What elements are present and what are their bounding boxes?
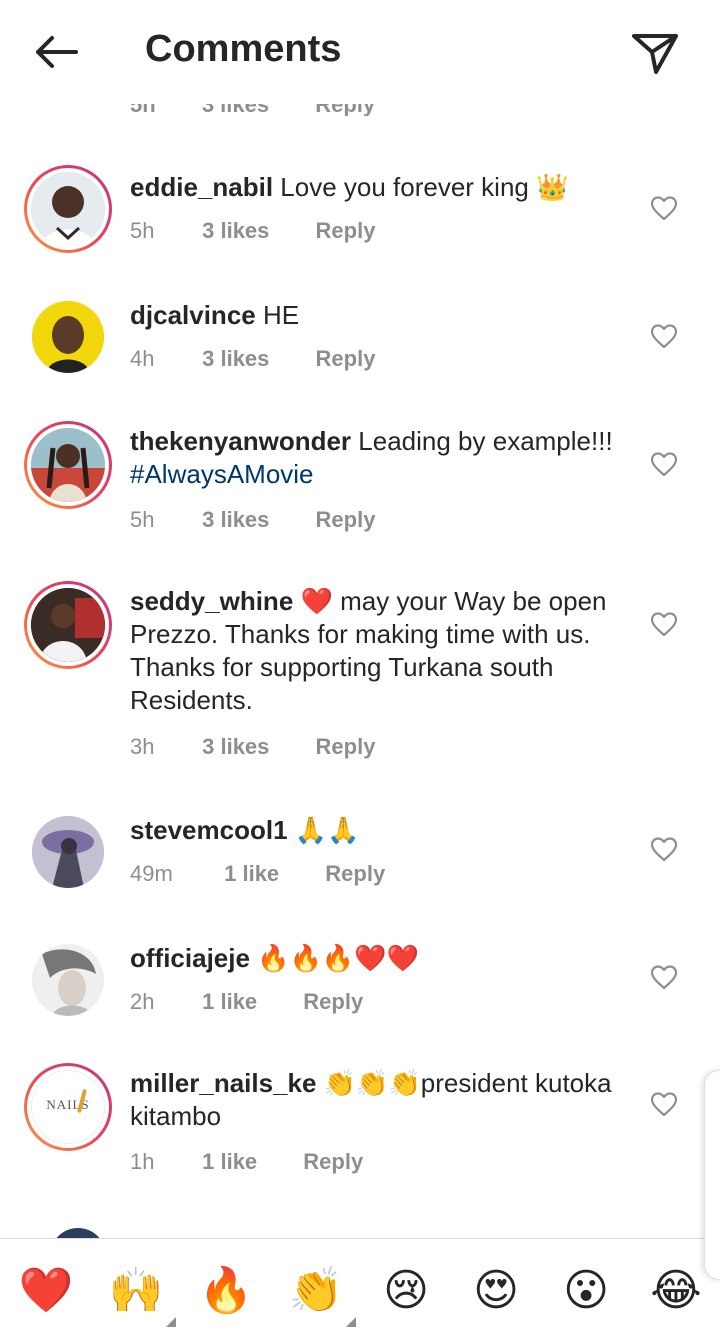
raising-hands-emoji: 🙌 [108,1265,164,1316]
raising-hands-emoji-button[interactable]: 🙌 [106,1261,176,1327]
comment-text: eddie_nabil Love you forever king 👑 [130,171,630,204]
partial-comment [40,1224,720,1238]
comment-body: HE [255,300,300,330]
comment-body: Love you forever king 👑 [273,172,569,202]
reply-button[interactable]: Reply [325,861,385,886]
comment-text: djcalvince HE [130,299,630,332]
clapping-hands-emoji: 👏 [288,1265,344,1316]
fire-emoji-button[interactable]: 🔥 [196,1261,256,1321]
hashtag-link[interactable]: #AlwaysAMovie [130,459,314,489]
crying-face-emoji-button[interactable]: 😢 [376,1261,436,1321]
avatar[interactable] [24,293,112,381]
comment-time: 5h [130,507,155,532]
comment-username[interactable]: stevemcool1 [130,815,288,845]
heart-icon[interactable] [650,611,678,637]
comment-time: 4h [130,346,155,371]
skin-tone-indicator [166,1317,176,1327]
comment-meta: 3h 3 likes Reply [130,734,375,760]
avatar[interactable] [24,936,112,1024]
avatar[interactable]: NAILS [24,1063,112,1151]
reply-button[interactable]: Reply [316,734,376,759]
comment-time: 2h [130,989,155,1014]
reply-button[interactable]: Reply [316,507,376,532]
page-title: Comments [145,28,342,70]
heart-icon[interactable] [650,964,678,990]
comment-likes[interactable]: 1 like [202,1149,257,1175]
clapping-hands-emoji-button[interactable]: 👏 [286,1261,356,1327]
reply-button[interactable]: Reply [316,218,376,243]
comment-time: 5h [130,218,155,243]
heart-icon[interactable] [650,451,678,477]
skin-tone-indicator [346,1317,356,1327]
comment-body: Leading by example!!! [351,426,613,456]
comment-likes[interactable]: 1 like [224,861,279,887]
comment-meta: 5h 3 likes Reply [130,507,375,533]
comment-text [220,1230,520,1238]
reply-button[interactable]: Reply [303,1149,363,1174]
comment-username[interactable]: officiajeje [130,943,250,973]
scroll-handle[interactable] [704,1070,720,1280]
comment-text: stevemcool1 🙏🙏 [130,814,630,847]
comment-text: officiajeje 🔥🔥🔥❤️❤️ [130,942,630,975]
comment-meta: 2h 1 like Reply [130,989,363,1015]
back-button[interactable] [28,30,84,74]
red-heart-emoji-button[interactable]: ❤️ [16,1261,76,1321]
comment-text: seddy_whine ❤️ may your Way be open Prez… [130,585,620,717]
avatar[interactable] [24,808,112,896]
comment-likes[interactable]: 3 likes [202,218,269,244]
comment-likes[interactable]: 1 like [202,989,257,1015]
heart-icon[interactable] [650,836,678,862]
comment-text: miller_nails_ke 👏👏👏president kutoka kita… [130,1067,630,1133]
comment-body: 🙏🙏 [287,815,360,845]
comment-username[interactable]: seddy_whine [130,586,293,616]
comment-time: 3h [130,734,155,759]
heart-icon[interactable] [650,323,678,349]
comment-username[interactable]: djcalvince [130,300,256,330]
comment-likes[interactable]: 3 likes [202,507,269,533]
surprised-face-emoji-button[interactable]: 😮 [556,1261,616,1321]
brand-logo: NAILS [46,1097,90,1112]
comment-username[interactable]: thekenyanwonder [130,426,351,456]
avatar[interactable] [50,1228,106,1238]
heart-eyes-emoji-button[interactable]: 😍 [466,1261,526,1321]
heart-icon[interactable] [650,1091,678,1117]
comment-username[interactable]: miller_nails_ke [130,1068,316,1098]
comment-time: 1h [130,1149,155,1174]
laughing-tears-emoji-button[interactable]: 😂 [646,1261,706,1321]
avatar[interactable] [24,581,112,669]
comment-meta: 4h 3 likes Reply [130,346,375,372]
arrow-left-icon [36,36,78,68]
comments-header: Comments [0,0,720,104]
comment-likes[interactable]: 3 likes [202,346,269,372]
reply-button[interactable]: Reply [316,346,376,371]
avatar[interactable] [24,165,112,253]
heart-icon[interactable] [650,195,678,221]
comment-text: thekenyanwonder Leading by example!!! #A… [130,425,630,491]
comment-time: 49m [130,861,173,886]
comment-meta: 5h 3 likes Reply [130,218,375,244]
paper-plane-icon [632,34,678,74]
avatar[interactable] [24,421,112,509]
reply-button[interactable]: Reply [303,989,363,1014]
comment-meta: 49m 1 like Reply [130,861,385,887]
comment-body: 🔥🔥🔥❤️❤️ [249,943,420,973]
comment-username[interactable]: eddie_nabil [130,172,273,202]
emoji-reaction-bar: ❤️ 🙌 🔥 👏 😢 😍 😮 😂 [0,1238,720,1341]
comment-meta: 1h 1 like Reply [130,1149,363,1175]
share-button[interactable] [630,28,682,76]
comment-likes[interactable]: 3 likes [202,734,269,760]
